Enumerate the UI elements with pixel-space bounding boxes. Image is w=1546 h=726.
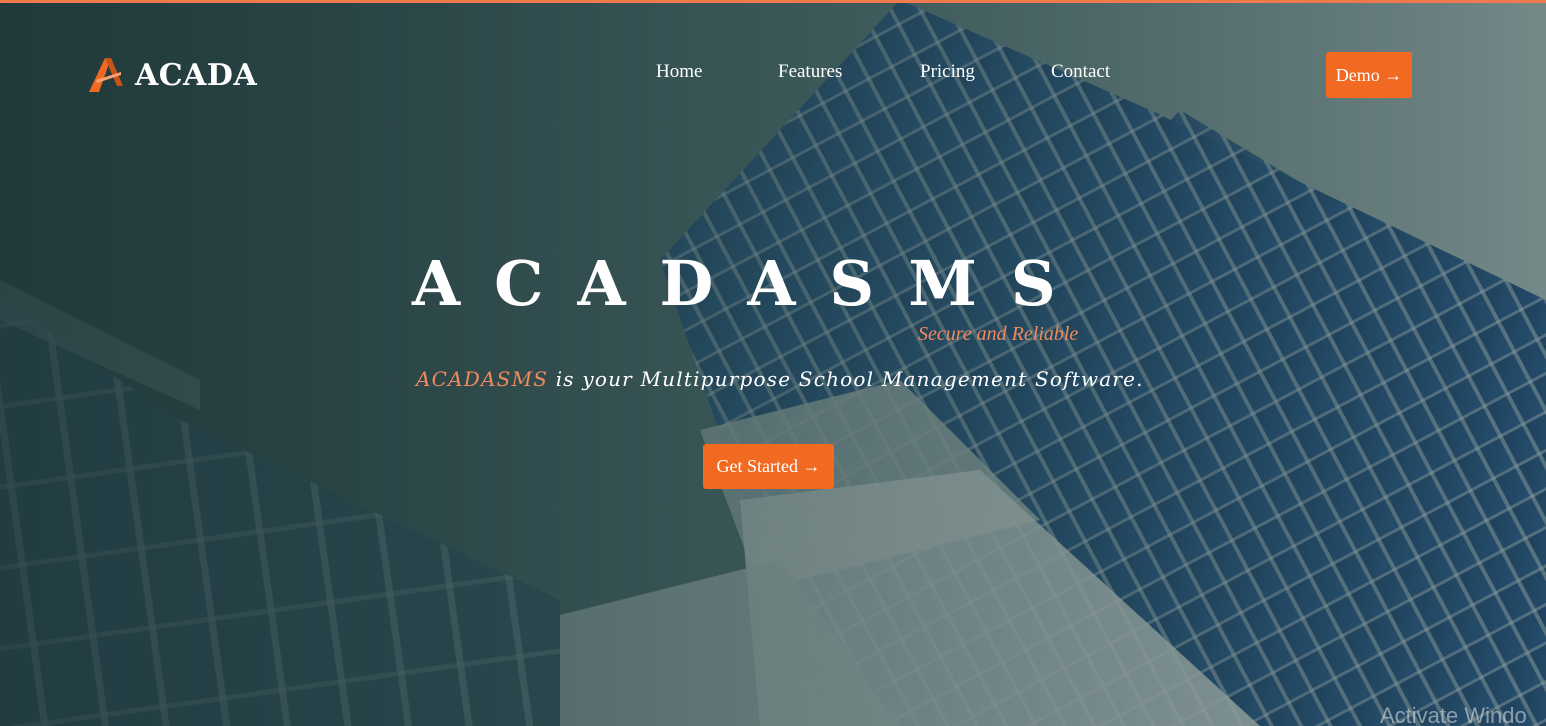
brand-name: ACADA [135,57,258,93]
nav-link-features[interactable]: Features [778,61,842,83]
acada-a-logo-icon [89,58,123,92]
navbar: ACADA Home Features Pricing Contact Demo… [0,3,1546,143]
hero-subtitle: ACADASMS is your Multipurpose School Man… [416,367,1144,391]
hero-title: ACADASMS [412,247,1090,320]
hero-subtitle-text: is your Multipurpose School Management S… [548,367,1144,391]
hero-subtitle-highlight: ACADASMS [416,367,549,391]
hero-tagline: Secure and Reliable [918,323,1079,345]
top-accent-strip [0,0,1546,3]
get-started-button[interactable]: Get Started → [703,444,834,489]
brand-logo[interactable]: ACADA [87,55,257,95]
nav-link-home[interactable]: Home [656,61,702,83]
nav-link-contact[interactable]: Contact [1051,61,1110,83]
nav-link-pricing[interactable]: Pricing [920,61,975,83]
demo-button[interactable]: Demo → [1326,52,1412,98]
landing-page: ACADA Home Features Pricing Contact Demo… [0,0,1546,726]
activate-windows-watermark: Activate Windo [1380,703,1527,726]
